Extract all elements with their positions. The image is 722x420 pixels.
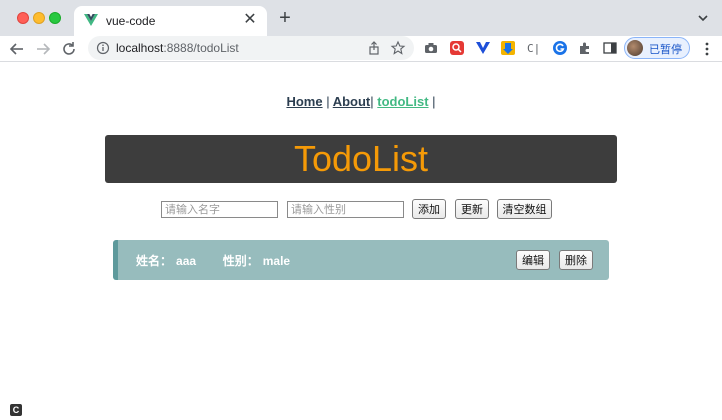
side-panel-icon[interactable] <box>602 40 618 56</box>
browser-toolbar: localhost:8888/todoList C| 已暂停 <box>0 36 722 62</box>
tab-close-icon[interactable]: ✕ <box>241 11 259 29</box>
forward-arrow-icon[interactable] <box>34 40 52 58</box>
router-nav: Home | About| todoList | <box>0 94 722 109</box>
todo-name-label: 姓名： <box>136 254 173 268</box>
nav-separator: | <box>432 94 436 109</box>
todo-gender-value: male <box>262 254 291 268</box>
vue-devtools-extension-icon[interactable] <box>475 40 491 56</box>
address-bar[interactable]: localhost:8888/todoList <box>88 36 414 60</box>
back-arrow-icon[interactable] <box>8 40 26 58</box>
gender-input[interactable] <box>287 201 404 218</box>
download-extension-icon[interactable] <box>500 40 516 56</box>
tab-search-chevron-icon[interactable] <box>696 11 710 25</box>
extensions-puzzle-icon[interactable] <box>577 40 593 56</box>
url-text: localhost:8888/todoList <box>116 41 239 55</box>
profile-status-label: 已暂停 <box>649 44 682 56</box>
nav-link-home[interactable]: Home <box>286 94 322 109</box>
window-close-button[interactable] <box>17 12 29 24</box>
page-title: TodoList <box>293 138 429 179</box>
browser-tab-active[interactable]: vue-code ✕ <box>74 6 267 36</box>
todolist-banner: TodoList <box>105 135 617 183</box>
profile-button[interactable]: 已暂停 <box>624 37 690 59</box>
todo-item-text: 姓名： aaa 性别： male <box>136 252 294 269</box>
todo-form: 添加 更新 清空数组 <box>0 199 722 221</box>
red-search-extension-icon[interactable] <box>449 40 465 56</box>
vue-logo-icon <box>84 14 98 26</box>
name-input[interactable] <box>161 201 278 218</box>
window-minimize-button[interactable] <box>33 12 45 24</box>
add-button[interactable]: 添加 <box>412 199 446 219</box>
update-button[interactable]: 更新 <box>455 199 489 219</box>
window-zoom-button[interactable] <box>49 12 61 24</box>
edit-button[interactable]: 编辑 <box>516 250 550 270</box>
url-path: :8888/todoList <box>163 41 239 55</box>
new-tab-button[interactable]: + <box>276 8 294 28</box>
screenshot-extension-icon[interactable] <box>423 40 439 56</box>
nav-link-about[interactable]: About <box>333 94 371 109</box>
code-bracket-extension-icon[interactable]: C| <box>526 40 542 56</box>
delete-button[interactable]: 删除 <box>559 250 593 270</box>
site-info-icon[interactable] <box>96 41 110 55</box>
browser-titlebar: vue-code ✕ + <box>0 0 722 36</box>
svg-text:C|: C| <box>527 42 540 55</box>
bookmark-star-icon[interactable] <box>390 40 406 56</box>
browser-menu-kebab-icon[interactable] <box>700 40 714 58</box>
nav-link-todolist[interactable]: todoList <box>377 94 428 109</box>
nav-separator: | <box>370 94 374 109</box>
profile-avatar <box>627 40 643 56</box>
reload-icon[interactable] <box>60 40 78 58</box>
clear-array-button[interactable]: 清空数组 <box>497 199 552 219</box>
todo-name-value: aaa <box>176 254 197 268</box>
corner-extension-badge-icon[interactable]: C <box>10 404 22 416</box>
page-content: Home | About| todoList | TodoList 添加 更新 … <box>0 63 722 420</box>
nav-separator: | <box>326 94 330 109</box>
share-icon[interactable] <box>366 40 382 56</box>
url-host: localhost <box>116 41 164 55</box>
tab-title: vue-code <box>106 14 156 28</box>
todo-gender-label: 性别： <box>222 254 259 268</box>
todo-item: 姓名： aaa 性别： male 编辑 删除 <box>113 240 609 280</box>
blue-g-extension-icon[interactable] <box>552 40 568 56</box>
